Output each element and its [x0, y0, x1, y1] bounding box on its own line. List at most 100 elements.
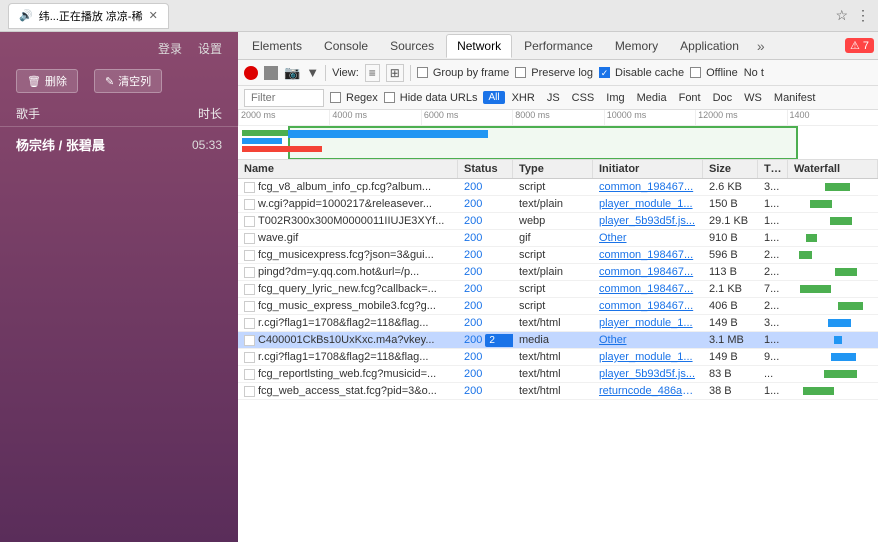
filter-manifest[interactable]: Manifest — [769, 91, 821, 105]
offline-check[interactable]: Offline — [690, 67, 738, 79]
filter-media[interactable]: Media — [632, 91, 672, 105]
cell-initiator[interactable]: common_198467... — [593, 298, 703, 314]
col-header-status[interactable]: Status — [458, 160, 513, 178]
col-header-size[interactable]: Size — [703, 160, 758, 178]
timeline-area[interactable]: 2000 ms 4000 ms 6000 ms 8000 ms 10000 ms… — [238, 110, 878, 160]
cell-initiator[interactable]: common_198467... — [593, 247, 703, 263]
offline-checkbox[interactable] — [690, 67, 701, 78]
clear-button[interactable]: ✎ 清空列 — [94, 69, 162, 93]
cell-initiator[interactable]: Other — [593, 332, 703, 348]
tab-application[interactable]: Application — [670, 35, 749, 57]
login-link[interactable]: 登录 — [158, 40, 182, 57]
settings-link[interactable]: 设置 — [198, 40, 222, 57]
disable-cache-check[interactable]: Disable cache — [599, 67, 684, 79]
tab-memory[interactable]: Memory — [605, 35, 668, 57]
col-header-name[interactable]: Name — [238, 160, 458, 178]
hide-data-urls-check[interactable]: Hide data URLs — [384, 92, 478, 104]
filter-ws[interactable]: WS — [739, 91, 767, 105]
tab-performance[interactable]: Performance — [514, 35, 603, 57]
filter-js[interactable]: JS — [542, 91, 565, 105]
cell-initiator[interactable]: returncode_486a5... — [593, 383, 703, 399]
col-header-type[interactable]: Type — [513, 160, 593, 178]
cell-initiator[interactable]: common_198467... — [593, 264, 703, 280]
hide-data-urls-checkbox[interactable] — [384, 92, 395, 103]
cell-time: 2... — [758, 264, 788, 280]
cell-initiator[interactable]: player_5b93d5f.js... — [593, 366, 703, 382]
table-row[interactable]: r.cgi?flag1=1708&flag2=118&flag... 200 t… — [238, 315, 878, 332]
col-header-waterfall[interactable]: Waterfall — [788, 160, 878, 178]
ts-mark-2: 6000 ms — [421, 110, 512, 125]
stop-button[interactable] — [264, 66, 278, 80]
filter-img[interactable]: Img — [601, 91, 629, 105]
cell-initiator[interactable]: player_module_1... — [593, 315, 703, 331]
preserve-log-checkbox[interactable] — [515, 67, 526, 78]
table-row[interactable]: fcg_v8_album_info_cp.fcg?album... 200 sc… — [238, 179, 878, 196]
regex-check[interactable]: Regex — [330, 92, 378, 104]
regex-checkbox[interactable] — [330, 92, 341, 103]
browser-tab[interactable]: 🔊 纬...正在播放 凉凉-稀 ✕ — [8, 3, 169, 29]
list-view-icon[interactable]: ≡ — [365, 64, 380, 82]
tab-sources[interactable]: Sources — [380, 35, 444, 57]
table-row[interactable]: fcg_music_express_mobile3.fcg?g... 200 s… — [238, 298, 878, 315]
table-row[interactable]: T002R300x300M0000011IIUJE3XYf... 200 web… — [238, 213, 878, 230]
music-controls: 🗑 删除 ✎ 清空列 — [0, 65, 238, 97]
tab-network[interactable]: Network — [446, 34, 512, 58]
separator2 — [410, 65, 411, 81]
cell-time: 9... — [758, 349, 788, 365]
cell-time: 1... — [758, 230, 788, 246]
cell-name: fcg_query_lyric_new.fcg?callback=... — [238, 281, 458, 297]
col-header-time[interactable]: Ti... — [758, 160, 788, 178]
cell-size: 113 B — [703, 264, 758, 280]
table-row[interactable]: w.cgi?appid=1000217&releasever... 200 te… — [238, 196, 878, 213]
view-label: View: — [332, 67, 359, 79]
table-row[interactable]: fcg_web_access_stat.fcg?pid=3&o... 200 t… — [238, 383, 878, 400]
cell-waterfall — [788, 180, 878, 194]
cell-initiator[interactable]: common_198467... — [593, 179, 703, 195]
table-row[interactable]: C400001CkBs10UxKxc.m4a?vkey... 200 200 O… — [238, 332, 878, 349]
tab-elements[interactable]: Elements — [242, 35, 312, 57]
camera-icon[interactable]: 📷 — [284, 65, 300, 81]
table-row[interactable]: fcg_musicexpress.fcg?json=3&gui... 200 s… — [238, 247, 878, 264]
cell-name: T002R300x300M0000011IIUJE3XYf... — [238, 213, 458, 229]
tab-close-button[interactable]: ✕ — [149, 9, 158, 22]
preserve-log-check[interactable]: Preserve log — [515, 67, 593, 79]
cell-size: 3.1 MB — [703, 332, 758, 348]
cell-name: fcg_reportlsting_web.fcg?musicid=... — [238, 366, 458, 382]
filter-font[interactable]: Font — [674, 91, 706, 105]
group-by-frame-check[interactable]: Group by frame — [417, 67, 509, 79]
cell-initiator[interactable]: player_5b93d5f.js... — [593, 213, 703, 229]
filter-all[interactable]: All — [483, 91, 504, 104]
cell-initiator[interactable]: common_198467... — [593, 281, 703, 297]
settings-icon[interactable]: ⋮ — [856, 7, 870, 24]
table-row[interactable]: r.cgi?flag1=1708&flag2=118&flag... 200 t… — [238, 349, 878, 366]
grid-view-icon[interactable]: ⊞ — [386, 64, 404, 82]
group-by-frame-checkbox[interactable] — [417, 67, 428, 78]
tab-console[interactable]: Console — [314, 35, 378, 57]
warning-badge: ⚠ 7 — [845, 38, 874, 53]
music-track[interactable]: 杨宗纬 / 张碧晨 05:33 — [0, 127, 238, 162]
cell-initiator[interactable]: player_module_1... — [593, 349, 703, 365]
cell-status: 200 — [458, 230, 513, 246]
star-icon[interactable]: ☆ — [835, 7, 848, 24]
filter-doc[interactable]: Doc — [708, 91, 738, 105]
cell-initiator[interactable]: player_module_1... — [593, 196, 703, 212]
table-row[interactable]: wave.gif 200 gif Other 910 B 1... — [238, 230, 878, 247]
filter-css[interactable]: CSS — [567, 91, 600, 105]
cell-status: 200 — [458, 383, 513, 399]
filter-xhr[interactable]: XHR — [507, 91, 540, 105]
delete-button[interactable]: 🗑 删除 — [16, 69, 78, 93]
table-row[interactable]: fcg_query_lyric_new.fcg?callback=... 200… — [238, 281, 878, 298]
more-tabs-icon[interactable]: » — [751, 38, 771, 54]
filter-icon[interactable]: ▼ — [306, 65, 319, 80]
col-header-initiator[interactable]: Initiator — [593, 160, 703, 178]
record-button[interactable] — [244, 66, 258, 80]
timeline-scale: 2000 ms 4000 ms 6000 ms 8000 ms 10000 ms… — [238, 110, 878, 126]
cell-initiator[interactable]: Other — [593, 230, 703, 246]
table-row[interactable]: fcg_reportlsting_web.fcg?musicid=... 200… — [238, 366, 878, 383]
timeline-bars — [238, 126, 878, 160]
filter-input[interactable] — [244, 89, 324, 107]
table-row[interactable]: pingd?dm=y.qq.com.hot&url=/p... 200 text… — [238, 264, 878, 281]
disable-cache-checkbox[interactable] — [599, 67, 610, 78]
cell-time: 7... — [758, 281, 788, 297]
tab-title: 纬...正在播放 凉凉-稀 — [39, 8, 143, 24]
